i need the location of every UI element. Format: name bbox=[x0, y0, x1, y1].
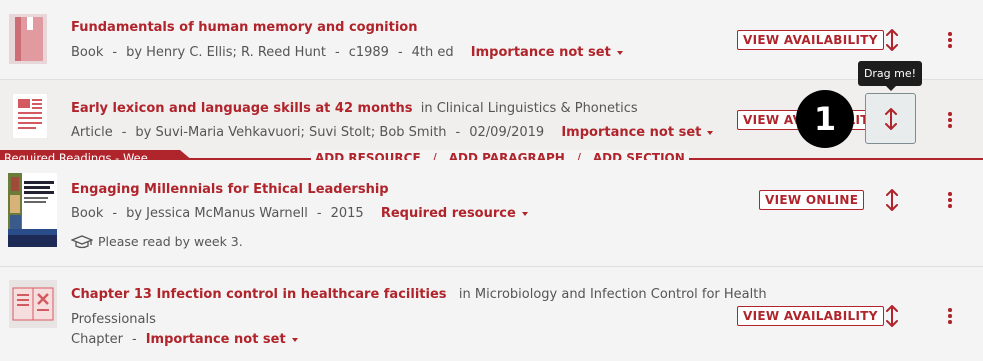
drag-handle-highlight[interactable] bbox=[865, 93, 916, 144]
item-type: Chapter bbox=[71, 332, 123, 347]
importance-dropdown[interactable]: Importance not set bbox=[471, 45, 623, 60]
item-source-continued: Professionals bbox=[71, 312, 156, 327]
item-edition: 4th ed bbox=[411, 45, 454, 60]
item-date: c1989 bbox=[348, 45, 389, 60]
more-options-icon[interactable] bbox=[947, 112, 953, 128]
item-title[interactable]: Chapter 13 Infection control in healthca… bbox=[71, 287, 447, 302]
view-availability-button[interactable]: VIEW AVAILABILITY bbox=[737, 30, 884, 50]
item-source: in Clinical Linguistics & Phonetics bbox=[420, 101, 638, 116]
importance-dropdown[interactable]: Required resource bbox=[381, 206, 528, 221]
item-title[interactable]: Fundamentals of human memory and cogniti… bbox=[71, 20, 418, 35]
more-options-icon[interactable] bbox=[947, 192, 953, 208]
importance-dropdown[interactable]: Importance not set bbox=[561, 125, 714, 140]
item-type: Book bbox=[71, 45, 104, 60]
caret-down-icon bbox=[616, 50, 623, 55]
item-type: Article bbox=[71, 125, 113, 140]
drag-tooltip: Drag me! bbox=[858, 61, 922, 91]
item-authors: by Jessica McManus Warnell bbox=[126, 206, 308, 221]
item-authors: by Suvi-Maria Vehkavuori; Suvi Stolt; Bo… bbox=[135, 125, 447, 140]
caret-down-icon bbox=[521, 211, 528, 216]
book-icon bbox=[9, 14, 47, 64]
list-item: Fundamentals of human memory and cogniti… bbox=[0, 0, 983, 80]
list-item: Chapter 13 Infection control in healthca… bbox=[0, 267, 983, 361]
importance-dropdown[interactable]: Importance not set bbox=[146, 332, 298, 347]
student-note: Please read by week 3. bbox=[71, 234, 243, 249]
article-icon bbox=[12, 93, 48, 139]
graduation-cap-icon bbox=[71, 234, 93, 248]
drag-handle-icon[interactable] bbox=[884, 188, 900, 212]
item-type: Book bbox=[71, 206, 104, 221]
view-availability-button[interactable]: VIEW AVAILABILITY bbox=[737, 306, 884, 326]
item-title[interactable]: Engaging Millennials for Ethical Leaders… bbox=[71, 182, 389, 197]
item-source: in Microbiology and Infection Control fo… bbox=[458, 287, 767, 302]
caret-down-icon bbox=[291, 337, 298, 342]
view-online-button[interactable]: VIEW ONLINE bbox=[759, 190, 865, 210]
list-item: Engaging Millennials for Ethical Leaders… bbox=[0, 160, 983, 267]
drag-handle-icon[interactable] bbox=[883, 107, 899, 131]
item-authors: by Henry C. Ellis; R. Reed Hunt bbox=[126, 45, 327, 60]
more-options-icon[interactable] bbox=[947, 308, 953, 324]
book-cover-image bbox=[8, 173, 57, 247]
item-date: 2015 bbox=[330, 206, 364, 221]
drag-handle-icon[interactable] bbox=[884, 304, 900, 328]
more-options-icon[interactable] bbox=[947, 32, 953, 48]
step-number-badge: 1 bbox=[796, 90, 854, 148]
item-title[interactable]: Early lexicon and language skills at 42 … bbox=[71, 101, 412, 116]
chapter-icon bbox=[9, 280, 57, 328]
drag-handle-icon[interactable] bbox=[884, 28, 900, 52]
item-date: 02/09/2019 bbox=[469, 125, 545, 140]
caret-down-icon bbox=[707, 130, 714, 135]
